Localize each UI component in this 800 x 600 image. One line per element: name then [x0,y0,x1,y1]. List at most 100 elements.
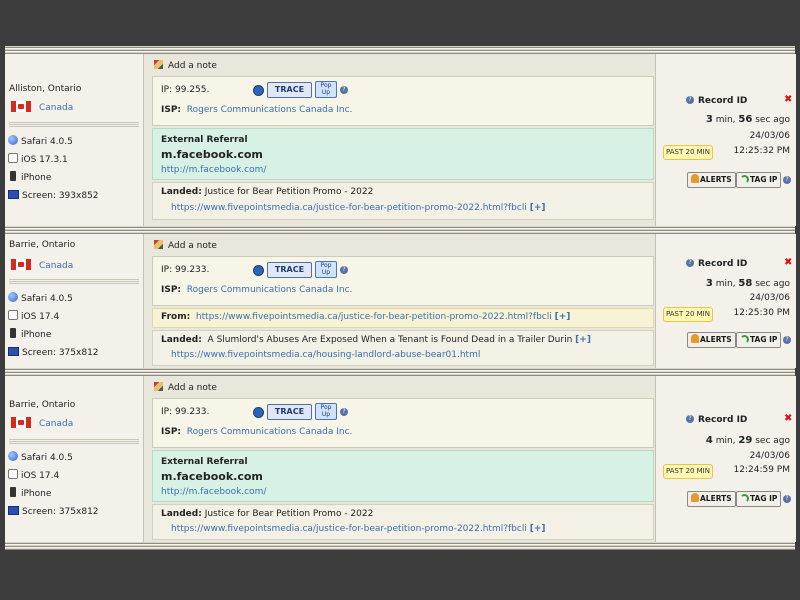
help-icon[interactable]: ? [686,259,694,267]
tag-ip-button[interactable]: TAG IP [736,172,782,188]
ago-min-text: min, [715,115,736,125]
ip-value: 99.233. [175,265,210,275]
signal-icon [740,175,749,184]
landed-label: Landed: [161,187,202,197]
ago-sec-text: sec ago [755,436,790,446]
country-link[interactable]: Canada [39,419,73,429]
external-referral-box: External Referral m.facebook.com http://… [152,450,654,502]
trace-button[interactable]: TRACE [267,262,312,278]
referral-domain: m.facebook.com [161,470,263,483]
ip-value: 99.233. [175,407,210,417]
signal-icon [740,335,749,344]
magnifier-icon[interactable] [253,265,264,276]
record-id-label: Record ID [698,259,748,269]
ago-seconds: 58 [738,278,753,289]
tag-ip-label: TAG IP [750,335,778,344]
pencil-icon [154,60,163,69]
landed-box: Landed: A Slumlord's Abuses Are Exposed … [152,330,654,366]
landed-label: Landed: [161,335,202,345]
globe-icon [8,451,18,461]
add-note-link[interactable]: Add a note [154,60,217,71]
alerts-button[interactable]: ALERTS [687,332,736,348]
country-link[interactable]: Canada [39,261,73,271]
alerts-button[interactable]: ALERTS [687,172,736,188]
apple-icon [8,153,18,163]
ago-seconds: 29 [738,435,753,446]
ip-line: IP: 99.255. [161,85,209,95]
record-panel: ? Record ID ✖ 4 min, 29 sec ago 24/03/06… [655,376,796,542]
help-icon[interactable]: ? [783,176,791,184]
ago-sec-text: sec ago [755,279,790,289]
os-label: iOS 17.4 [21,471,60,481]
referral-url-link[interactable]: http://m.facebook.com/ [161,165,266,175]
add-note-link[interactable]: Add a note [154,382,217,393]
os: iOS 17.4 [8,310,59,324]
browser: Safari 4.0.5 [8,451,73,465]
phone-icon [10,171,16,181]
landed-title: Justice for Bear Petition Promo - 2022 [204,187,374,197]
help-icon[interactable]: ? [686,415,694,423]
magnifier-icon[interactable] [253,407,264,418]
add-note-link[interactable]: Add a note [154,240,217,251]
ip-line: IP: 99.233. [161,265,209,275]
popup-button[interactable]: Pop Up [315,403,337,420]
magnifier-icon[interactable] [253,85,264,96]
landed-url-link[interactable]: https://www.fivepointsmedia.ca/housing-l… [171,350,480,360]
delete-icon[interactable]: ✖ [784,94,792,105]
screen: Screen: 393x852 [8,189,99,203]
visit-row-2: Barrie, Ontario Canada Safari 4.0.5 iOS … [5,234,796,368]
from-line: From: https://www.fivepointsmedia.ca/jus… [161,312,570,322]
ago-minutes: 3 [705,278,713,289]
landed-box: Landed: Justice for Bear Petition Promo … [152,504,654,540]
delete-icon[interactable]: ✖ [784,257,792,268]
help-icon[interactable]: ? [340,86,348,94]
referral-url-link[interactable]: http://m.facebook.com/ [161,487,266,497]
expand-link[interactable]: [+] [575,335,591,345]
from-url-link[interactable]: https://www.fivepointsmedia.ca/justice-f… [196,312,552,322]
isp-link[interactable]: Rogers Communications Canada Inc. [187,105,353,115]
tag-ip-button[interactable]: TAG IP [736,332,782,348]
record-id-label: Record ID [698,415,748,425]
globe-icon [8,292,18,302]
location: Alliston, Ontario [9,84,82,94]
tag-ip-label: TAG IP [750,175,778,184]
country-link[interactable]: Canada [39,103,73,113]
canada-flag-icon [11,417,31,428]
divider [9,122,139,127]
alerts-button[interactable]: ALERTS [687,491,736,507]
isp-link[interactable]: Rogers Communications Canada Inc. [187,285,353,295]
tag-ip-button[interactable]: TAG IP [736,491,782,507]
help-icon[interactable]: ? [783,495,791,503]
signal-icon [740,494,749,503]
browser-label: Safari 4.0.5 [21,453,73,463]
alerts-label: ALERTS [700,175,732,184]
help-icon[interactable]: ? [340,408,348,416]
visit-time: 12:25:32 PM [733,146,790,156]
landed-line: Landed: A Slumlord's Abuses Are Exposed … [161,335,591,345]
pencil-icon [154,382,163,391]
from-label: From: [161,312,191,322]
browser-label: Safari 4.0.5 [21,294,73,304]
ip-box: IP: 99.233. TRACE Pop Up ? ISP: Rogers C… [152,256,654,306]
popup-button[interactable]: Pop Up [315,261,337,278]
popup-button[interactable]: Pop Up [315,81,337,98]
expand-link[interactable]: [+] [530,203,546,213]
visitor-info: Alliston, Ontario Canada Safari 4.0.5 iO… [5,54,144,226]
delete-icon[interactable]: ✖ [784,413,792,424]
help-icon[interactable]: ? [686,96,694,104]
expand-link[interactable]: [+] [555,312,571,322]
screen: Screen: 375x812 [8,505,99,519]
record-id-label: Record ID [698,96,748,106]
monitor-icon [8,190,19,199]
separator [5,46,795,54]
landed-url-link[interactable]: https://www.fivepointsmedia.ca/justice-f… [171,524,527,534]
help-icon[interactable]: ? [783,336,791,344]
device: iPhone [8,487,51,501]
expand-link[interactable]: [+] [530,524,546,534]
isp-link[interactable]: Rogers Communications Canada Inc. [187,427,353,437]
trace-button[interactable]: TRACE [267,404,312,420]
help-icon[interactable]: ? [340,266,348,274]
monitor-icon [8,506,19,515]
trace-button[interactable]: TRACE [267,82,312,98]
landed-url-link[interactable]: https://www.fivepointsmedia.ca/justice-f… [171,203,527,213]
